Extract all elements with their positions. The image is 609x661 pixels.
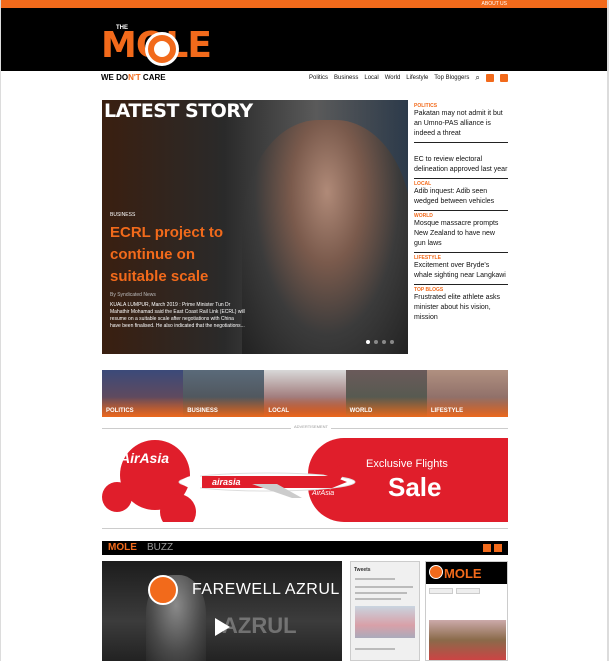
nav-politics[interactable]: Politics: [309, 75, 328, 81]
category-tile-lifestyle[interactable]: LIFESTYLE: [426, 370, 509, 417]
category-tile-local[interactable]: LOCAL: [264, 370, 346, 417]
category-fade: [345, 397, 427, 417]
logo-tagline: WE DON'T CARE: [101, 73, 166, 82]
twitter-feed[interactable]: Tweets: [350, 561, 420, 661]
facebook-icon[interactable]: [494, 544, 502, 552]
fb-like-button[interactable]: [429, 588, 453, 594]
hero-byline: By Syndicated News: [110, 292, 156, 298]
buzz-social: [483, 544, 502, 552]
headline-text[interactable]: EC to review electoral delineation appro…: [414, 155, 508, 175]
ad-subheadline: Sale: [388, 472, 442, 502]
site-header: [1, 8, 607, 71]
nav-top-bloggers[interactable]: Top Bloggers: [434, 75, 469, 81]
tweet-line: [355, 648, 395, 650]
tweet-line: [355, 578, 395, 580]
category-fade: [264, 397, 346, 417]
main-nav: Politics Business Local World Lifestyle …: [309, 73, 508, 83]
category-label: BUSINESS: [187, 408, 218, 414]
tweets-header: Tweets: [354, 567, 371, 573]
buzz-title-a: MOLE: [108, 542, 137, 553]
headline-item[interactable]: Politics Pakatan may not admit it but an…: [414, 101, 508, 143]
play-icon[interactable]: [215, 618, 230, 636]
page: ABOUT US MOLE THE WE DON'T CARE Politics…: [1, 0, 607, 661]
category-label: POLITICS: [106, 408, 134, 414]
category-label: LOCAL: [268, 408, 290, 414]
headline-text[interactable]: Mosque massacre prompts New Zealand to h…: [414, 219, 508, 249]
headline-item[interactable]: Lifestyle Excitement over Bryde's whale …: [414, 253, 508, 285]
plane-tail-text: AirAsia: [311, 490, 334, 497]
category-tile-world[interactable]: WORLD: [345, 370, 427, 417]
logo-the: THE: [116, 25, 128, 31]
hero-title[interactable]: ECRL project to continue on suitable sca…: [110, 222, 250, 288]
category-tile-business[interactable]: BUSINESS: [183, 370, 265, 417]
tweet-line: [355, 598, 401, 600]
tweet-line: [355, 586, 413, 588]
fb-buttons: [429, 588, 480, 594]
latest-story-overlay: BUSINESS ECRL project to continue on sui…: [102, 100, 408, 354]
hero-excerpt: KUALA LUMPUR, March 2019 : Prime Ministe…: [110, 302, 245, 329]
twitter-icon[interactable]: [483, 544, 491, 552]
category-label: LIFESTYLE: [430, 408, 464, 414]
divider: [102, 528, 508, 529]
headline-item[interactable]: EC to review electoral delineation appro…: [414, 143, 508, 179]
site-logo[interactable]: MOLE THE WE DON'T CARE: [101, 22, 241, 82]
facebook-widget[interactable]: MOLE: [425, 561, 508, 661]
headline-item[interactable]: Top Blogs Frustrated elite athlete asks …: [414, 285, 508, 326]
category-fade: [426, 397, 509, 417]
nav-local[interactable]: Local: [364, 75, 378, 81]
mole-buzz-bar: MOLE BUZZ: [102, 541, 508, 555]
facebook-icon[interactable]: [499, 74, 508, 82]
headline-text[interactable]: Adib inquest: Adib seen wedged between v…: [414, 187, 508, 207]
slider-dot[interactable]: [382, 340, 386, 344]
tweet-line: [355, 592, 407, 594]
nav-business[interactable]: Business: [334, 75, 358, 81]
video-bg-text: AZRUL: [222, 613, 297, 638]
fb-cover-text: MOLE: [444, 566, 482, 581]
category-label: WORLD: [349, 408, 373, 414]
category-strip: POLITICS BUSINESS LOCAL WORLD LIFESTYLE: [102, 370, 509, 417]
video-title[interactable]: FAREWELL AZRUL: [192, 581, 340, 599]
twitter-icon[interactable]: [485, 74, 494, 82]
category-fade: [183, 397, 265, 417]
ad-headline: Exclusive Flights: [366, 458, 448, 470]
side-headlines: Politics Pakatan may not admit it but an…: [414, 101, 508, 326]
ad-circle: [102, 482, 132, 512]
fb-avatar-icon: [429, 565, 443, 579]
headline-text[interactable]: Frustrated elite athlete asks minister a…: [414, 293, 508, 323]
channel-avatar-icon[interactable]: [148, 575, 178, 605]
about-us-link[interactable]: ABOUT US: [482, 0, 507, 8]
airasia-banner-ad[interactable]: AirAsia airasia AirAsia Exclusive Flight…: [102, 438, 508, 522]
search-icon[interactable]: ⌕: [475, 74, 479, 82]
headline-text[interactable]: Pakatan may not admit it but an Umno-PAS…: [414, 109, 508, 139]
tweet-image[interactable]: [355, 606, 415, 638]
fb-post-photo[interactable]: [429, 620, 506, 660]
logo-emblem-icon: [145, 32, 179, 66]
slider-dot[interactable]: [390, 340, 394, 344]
nav-world[interactable]: World: [385, 75, 401, 81]
ad-brand: AirAsia: [120, 450, 170, 466]
headline-text[interactable]: Excitement over Bryde's whale sighting n…: [414, 261, 508, 281]
fb-share-button[interactable]: [456, 588, 480, 594]
ad-label: ADVERTISEMENT: [291, 424, 331, 429]
slider-dots: [366, 340, 394, 344]
category-fade: [102, 397, 184, 417]
category-tile-politics[interactable]: POLITICS: [102, 370, 184, 417]
plane-livery-text: airasia: [212, 477, 241, 487]
airplane-icon: airasia AirAsia: [178, 462, 356, 498]
video-player[interactable]: AZRUL FAREWELL AZRUL: [102, 561, 342, 661]
headline-item[interactable]: Local Adib inquest: Adib seen wedged bet…: [414, 179, 508, 211]
nav-lifestyle[interactable]: Lifestyle: [406, 75, 428, 81]
hero-category[interactable]: BUSINESS: [110, 212, 135, 218]
slider-dot[interactable]: [366, 340, 370, 344]
buzz-title-b: BUZZ: [147, 542, 174, 553]
headline-item[interactable]: World Mosque massacre prompts New Zealan…: [414, 211, 508, 253]
slider-dot[interactable]: [374, 340, 378, 344]
top-bar: ABOUT US: [1, 0, 607, 8]
